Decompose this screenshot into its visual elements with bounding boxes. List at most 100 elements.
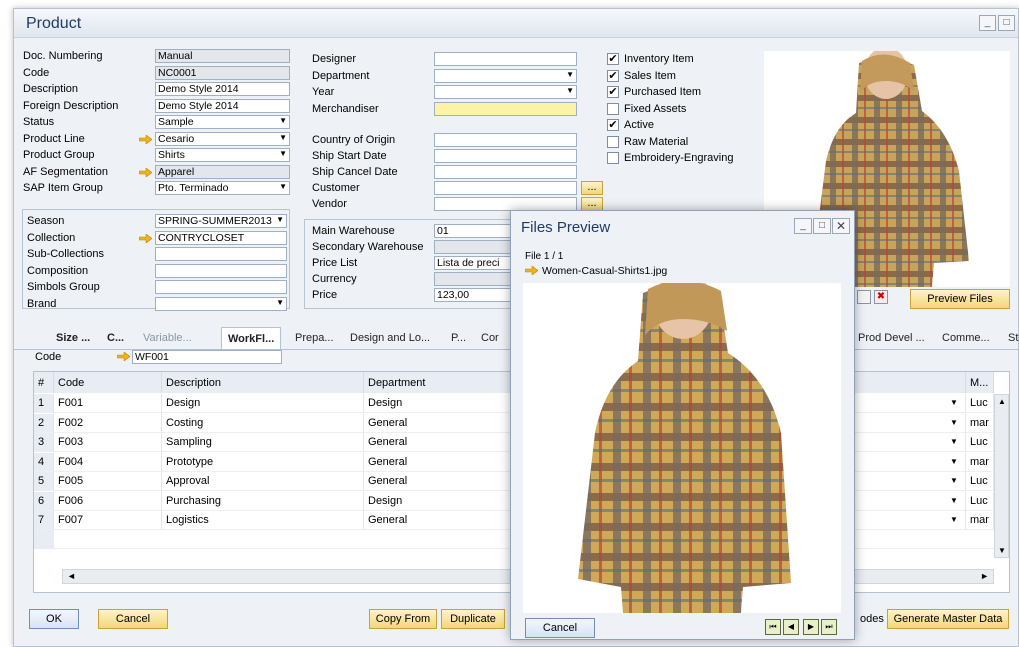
grid-cell-code[interactable]: F001 <box>54 394 162 413</box>
checkbox[interactable] <box>607 102 619 115</box>
grid-cell-description[interactable]: Costing <box>162 413 364 433</box>
link-arrow-icon[interactable] <box>139 134 152 144</box>
tab-4[interactable]: Prepa... <box>289 327 340 350</box>
field-value[interactable] <box>434 133 577 147</box>
field-value[interactable] <box>434 165 577 179</box>
minimize-icon[interactable]: _ <box>794 218 812 234</box>
grid-cell-code[interactable]: F004 <box>54 452 162 472</box>
dropdown-arrow-icon[interactable]: ▼ <box>276 215 284 226</box>
grid-column-header[interactable]: Description <box>162 372 364 393</box>
scroll-left-icon[interactable]: ◄ <box>67 571 76 581</box>
dropdown-arrow-icon[interactable]: ▼ <box>950 398 958 407</box>
grid-cell-n[interactable]: 4 <box>34 452 54 472</box>
link-arrow-icon[interactable] <box>139 233 152 243</box>
field-value[interactable]: Cesario ▼ <box>155 131 290 146</box>
grid-cell-n[interactable]: 5 <box>34 472 54 491</box>
field-value[interactable]: Apparel <box>155 164 290 179</box>
dropdown-arrow-icon[interactable]: ▼ <box>279 149 287 160</box>
dropdown-arrow-icon[interactable]: ▼ <box>950 457 958 466</box>
grid-column-header[interactable]: # <box>34 372 54 393</box>
dropdown-arrow-icon[interactable]: ▼ <box>950 418 958 427</box>
workflow-code-field[interactable]: WF001 <box>132 350 282 364</box>
grid-cell-m[interactable]: Luc <box>966 394 994 413</box>
grid-cell-n[interactable]: 1 <box>34 394 54 413</box>
dropdown-arrow-icon[interactable]: ▼ <box>276 298 284 309</box>
checkbox[interactable] <box>607 135 619 148</box>
grid-cell-m[interactable]: Luc <box>966 472 994 491</box>
field-value[interactable] <box>155 263 287 278</box>
field-value[interactable]: ▼ <box>155 296 287 311</box>
grid-cell-code[interactable]: F007 <box>54 511 162 530</box>
scroll-up-icon[interactable]: ▲ <box>998 397 1006 406</box>
delete-image-icon[interactable]: ✖ <box>874 290 888 304</box>
field-value[interactable] <box>434 240 512 254</box>
last-file-icon[interactable]: ⏭ <box>821 619 837 635</box>
field-value[interactable]: CONTRYCLOSET <box>155 230 287 245</box>
link-arrow-icon[interactable] <box>139 167 152 177</box>
next-file-icon[interactable]: ▶ <box>803 619 819 635</box>
field-value[interactable] <box>434 272 512 286</box>
field-value[interactable] <box>434 181 577 195</box>
dropdown-arrow-icon[interactable]: ▼ <box>279 116 287 127</box>
field-value[interactable]: Shirts ▼ <box>155 148 290 162</box>
previous-file-icon[interactable]: ◀ <box>783 619 799 635</box>
checkbox[interactable] <box>607 152 619 164</box>
tab-2[interactable]: Variable... <box>137 327 198 350</box>
grid-cell-code[interactable]: F002 <box>54 413 162 433</box>
field-value[interactable]: NC0001 <box>155 65 290 80</box>
field-value[interactable]: Manual <box>155 49 290 63</box>
link-arrow-icon[interactable] <box>117 352 130 361</box>
field-value[interactable]: Demo Style 2014 <box>155 82 290 96</box>
dropdown-arrow-icon[interactable]: ▼ <box>950 476 958 485</box>
field-value[interactable]: 01 <box>434 224 512 238</box>
tab-5[interactable]: Design and Lo... <box>344 327 436 350</box>
grid-cell-code[interactable]: F003 <box>54 433 162 452</box>
vertical-scrollbar[interactable]: ▲ ▼ <box>994 394 1009 558</box>
field-value[interactable] <box>434 101 577 116</box>
cancel-button[interactable]: Cancel <box>98 609 168 629</box>
checkbox[interactable]: ✔ <box>607 86 619 98</box>
field-value[interactable] <box>155 247 287 261</box>
field-value[interactable]: ▼ <box>434 85 577 99</box>
tab-7[interactable]: Cor <box>475 327 505 350</box>
grid-cell-m[interactable]: mar <box>966 413 994 433</box>
duplicate-button[interactable]: Duplicate <box>441 609 505 629</box>
ok-button[interactable]: OK <box>29 609 79 629</box>
copy-from-button[interactable]: Copy From <box>369 609 437 629</box>
field-value[interactable]: Lista de preci <box>434 256 512 270</box>
grid-cell-m[interactable]: mar <box>966 511 994 530</box>
grid-cell-n[interactable]: 3 <box>34 433 54 452</box>
tab-9[interactable]: Comme... <box>936 327 996 350</box>
tab-0[interactable]: Size ... <box>50 327 96 350</box>
first-file-icon[interactable]: ⏮ <box>765 619 781 635</box>
grid-cell-description[interactable]: Purchasing <box>162 491 364 511</box>
maximize-icon[interactable]: □ <box>813 218 831 234</box>
checkbox[interactable]: ✔ <box>607 119 619 131</box>
copy-icon[interactable] <box>857 290 871 304</box>
grid-cell-description[interactable]: Sampling <box>162 433 364 452</box>
tab-6[interactable]: P... <box>445 327 472 350</box>
field-value[interactable] <box>434 149 577 163</box>
browse-button[interactable]: ... <box>581 181 603 195</box>
link-arrow-icon[interactable] <box>525 266 538 275</box>
field-value[interactable]: Sample ▼ <box>155 115 290 129</box>
field-value[interactable] <box>155 280 287 294</box>
scroll-right-icon[interactable]: ► <box>980 571 989 581</box>
field-value[interactable] <box>434 197 577 211</box>
tab-3[interactable]: WorkFl... <box>221 327 282 350</box>
tab-10[interactable]: St <box>1002 327 1019 350</box>
checkbox[interactable]: ✔ <box>607 53 619 65</box>
scroll-down-icon[interactable]: ▼ <box>998 546 1006 555</box>
dropdown-arrow-icon[interactable]: ▼ <box>950 515 958 524</box>
dropdown-arrow-icon[interactable]: ▼ <box>950 496 958 505</box>
preview-cancel-button[interactable]: Cancel <box>525 618 595 638</box>
dropdown-arrow-icon[interactable]: ▼ <box>950 437 958 446</box>
dropdown-arrow-icon[interactable]: ▼ <box>566 70 574 81</box>
grid-column-header[interactable]: Code <box>54 372 162 393</box>
minimize-icon[interactable]: _ <box>979 15 996 31</box>
preview-files-button[interactable]: Preview Files <box>910 289 1010 309</box>
grid-cell-m[interactable]: Luc <box>966 433 994 452</box>
grid-cell-code[interactable]: F006 <box>54 491 162 511</box>
generate-master-data-button[interactable]: Generate Master Data <box>887 609 1009 629</box>
grid-cell-m[interactable]: mar <box>966 452 994 472</box>
